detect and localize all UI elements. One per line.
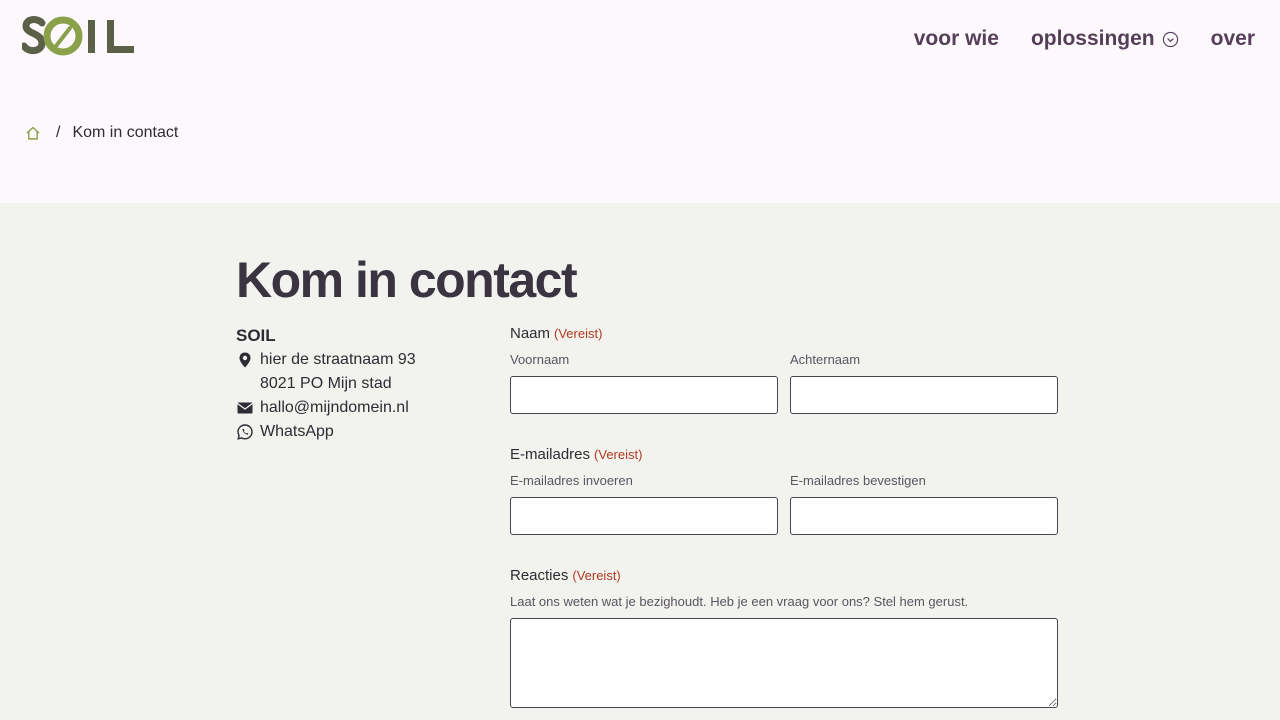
email-field[interactable] <box>510 497 778 535</box>
soil-logo[interactable] <box>22 14 136 58</box>
last-name-field[interactable] <box>790 376 1058 414</box>
first-name-col: Voornaam <box>510 350 778 414</box>
whatsapp-row[interactable]: WhatsApp <box>236 420 416 444</box>
comments-label-text: Reacties <box>510 567 569 584</box>
comments-description: Laat ons weten wat je bezighoudt. Heb je… <box>510 594 969 609</box>
comments-label: Reacties (Vereist) <box>510 564 1058 588</box>
address-line2: 8021 PO Mijn stad <box>260 375 392 392</box>
email-row[interactable]: hallo@mijndomein.nl <box>236 396 416 420</box>
first-name-field[interactable] <box>510 376 778 414</box>
name-group: Naam (Vereist) Voornaam Achternaam <box>510 322 1058 414</box>
email-confirm-field[interactable] <box>790 497 1058 535</box>
nav-oplossingen[interactable]: oplossingen <box>1031 26 1179 52</box>
chevron-down-icon <box>1162 31 1178 47</box>
last-name-col: Achternaam <box>790 350 1058 414</box>
nav-label: over <box>1210 27 1255 50</box>
email-fields: E-mailadres invoeren E-mailadres bevesti… <box>510 471 1058 535</box>
contact-form: Naam (Vereist) Voornaam Achternaam E-mail… <box>510 322 1058 720</box>
address-row: hier de straatnaam 93 <box>236 348 416 372</box>
required-badge: (Vereist) <box>594 447 643 462</box>
main-nav: voor wie oplossingen over <box>914 26 1255 52</box>
site-header: voor wie oplossingen over / Kom in conta… <box>0 0 1280 203</box>
email-confirm-col: E-mailadres bevestigen <box>790 471 1058 535</box>
comments-textarea[interactable] <box>510 618 1058 708</box>
whatsapp-link[interactable]: WhatsApp <box>260 420 334 444</box>
email-label: E-mailadres (Vereist) <box>510 443 1058 467</box>
envelope-icon <box>237 402 253 414</box>
email-group: E-mailadres (Vereist) E-mailadres invoere… <box>510 443 1058 535</box>
map-pin-icon <box>239 352 251 368</box>
home-icon[interactable] <box>25 125 41 141</box>
email-link[interactable]: hallo@mijndomein.nl <box>260 396 409 420</box>
first-name-label: Voornaam <box>510 352 570 367</box>
breadcrumb-current: Kom in contact <box>72 124 179 141</box>
nav-label: voor wie <box>913 27 999 50</box>
breadcrumb: / Kom in contact <box>25 124 178 142</box>
nav-voor-wie[interactable]: voor wie <box>914 26 999 52</box>
whatsapp-icon <box>237 424 253 440</box>
comments-group: Reacties (Vereist) Laat ons weten wat je … <box>510 564 1058 708</box>
name-label: Naam (Vereist) <box>510 322 1058 346</box>
email-label-text: E-mailadres <box>510 446 591 463</box>
email-enter-label: E-mailadres invoeren <box>510 473 633 488</box>
name-label-text: Naam <box>510 325 551 342</box>
page-title: Kom in contact <box>236 252 578 308</box>
email-enter-col: E-mailadres invoeren <box>510 471 778 535</box>
name-fields: Voornaam Achternaam <box>510 350 1058 414</box>
nav-over[interactable]: over <box>1211 26 1255 52</box>
last-name-label: Achternaam <box>790 352 861 367</box>
email-confirm-label: E-mailadres bevestigen <box>790 473 926 488</box>
contact-info: SOIL hier de straatnaam 93 8021 PO Mijn … <box>236 324 416 444</box>
address-line1: hier de straatnaam 93 <box>260 351 416 368</box>
nav-label: oplossingen <box>1030 27 1155 50</box>
required-badge: (Vereist) <box>572 568 621 583</box>
required-badge: (Vereist) <box>554 326 603 341</box>
org-name: SOIL <box>236 326 276 345</box>
breadcrumb-separator: / <box>56 124 61 141</box>
